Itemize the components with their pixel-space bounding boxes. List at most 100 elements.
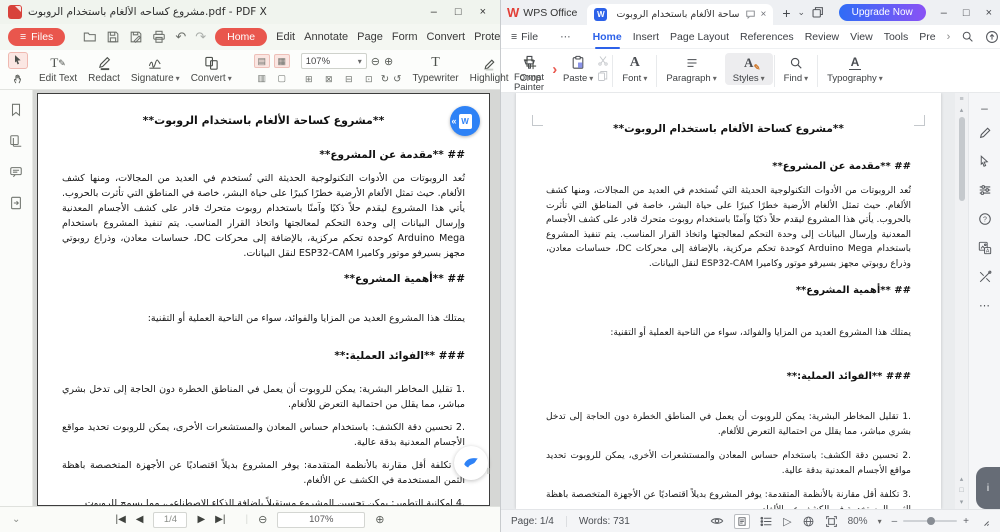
cut-icon[interactable] — [597, 55, 609, 67]
redact-button[interactable]: Redact — [88, 55, 120, 84]
more-tools-icon[interactable]: ⋯ — [979, 299, 990, 312]
tab-comment-icon[interactable] — [745, 9, 756, 20]
tab-form[interactable]: Form — [392, 31, 418, 43]
pdfx-document-area[interactable]: **مشروع كساحة الألغام باستخدام الروبوت**… — [33, 90, 500, 506]
crop-button[interactable]: Crop — [520, 55, 541, 84]
zoom-out-button[interactable]: ⊖ — [258, 513, 267, 526]
convert-to-word-badge[interactable]: W — [450, 106, 480, 136]
tab-edit[interactable]: Edit — [276, 31, 295, 43]
fit-page-button[interactable]: ⊠ — [321, 72, 337, 86]
select-tool-button[interactable] — [8, 51, 28, 69]
edit-pen-icon[interactable] — [978, 126, 992, 140]
fit-width-button[interactable]: ⊞ — [301, 72, 317, 86]
new-tab-button[interactable]: + — [782, 5, 790, 21]
first-page-button[interactable]: |◀ — [115, 514, 125, 525]
view-continuous-button[interactable]: ▦ — [273, 54, 290, 68]
tab-review[interactable]: Review — [805, 31, 839, 43]
rotate-right-button[interactable]: ↻ — [381, 74, 389, 85]
prev-page-icon[interactable]: ▴ — [960, 475, 964, 483]
view-book-button[interactable]: ▢ — [274, 71, 290, 85]
tab-references[interactable]: References — [740, 31, 794, 43]
tab-convert[interactable]: Convert — [427, 31, 466, 43]
assistant-widget[interactable]: i — [976, 467, 1000, 509]
paste-button[interactable]: Paste ▾ — [555, 53, 601, 85]
zoom-level-input[interactable]: 107% — [277, 511, 366, 528]
find-button[interactable]: Find ▾ — [776, 53, 817, 85]
prev-page-button[interactable]: ◀ — [136, 514, 144, 525]
menu-overflow-chevron-icon[interactable]: › — [947, 31, 951, 43]
search-icon[interactable] — [961, 30, 974, 43]
expand-toolbar-icon[interactable]: › — [552, 61, 557, 78]
undo-icon[interactable]: ↶ — [175, 29, 186, 45]
play-slideshow-icon[interactable]: ▷ — [783, 515, 791, 528]
ai-assistant-bubble[interactable] — [454, 446, 490, 480]
save-as-icon[interactable] — [129, 30, 143, 44]
copy-icon[interactable] — [597, 70, 609, 82]
page-number-input[interactable]: 1/4 — [153, 511, 188, 528]
styles-button[interactable]: A Styles▾ — [724, 53, 773, 85]
scroll-up-icon[interactable]: ▴ — [960, 106, 964, 114]
resize-grip-icon[interactable] — [979, 516, 990, 527]
close-button[interactable]: × — [480, 6, 486, 18]
save-icon[interactable] — [106, 30, 120, 44]
wps-document-area[interactable]: **مشروع كساحة الألغام باستخدام الروبوت**… — [501, 93, 955, 509]
edit-text-button[interactable]: T ✎ Edit Text — [39, 55, 77, 84]
minimize-button[interactable]: – — [941, 7, 947, 19]
tab-home[interactable]: Home — [215, 28, 268, 46]
view-single-page-button[interactable]: ▤ — [253, 54, 270, 68]
zoom-in-button[interactable]: + — [963, 516, 969, 527]
zoom-out-button[interactable]: ⊖ — [371, 55, 380, 68]
word-count-label[interactable]: Words: 731 — [579, 516, 630, 527]
fit-screen-icon[interactable] — [825, 515, 838, 528]
zoom-in-button[interactable]: ⊕ — [384, 55, 393, 68]
next-page-button[interactable]: ▶ — [197, 514, 205, 525]
print-layout-view-button[interactable] — [734, 513, 751, 529]
help-icon[interactable]: ? — [978, 212, 992, 226]
bookmarks-panel-icon[interactable] — [9, 103, 23, 117]
writer-page[interactable]: **مشروع كساحة الألغام باستخدام الروبوت**… — [516, 93, 941, 509]
fit-height-button[interactable]: ⊟ — [341, 72, 357, 86]
tab-list-chevron-icon[interactable]: ⌄ — [798, 7, 806, 18]
outline-view-icon[interactable] — [760, 515, 773, 528]
paragraph-button[interactable]: Paragraph ▾ — [658, 53, 724, 85]
highlight-button[interactable]: Highlight — [470, 55, 509, 84]
comments-panel-icon[interactable] — [9, 165, 23, 179]
minimize-button[interactable]: – — [431, 6, 437, 18]
tab-annotate[interactable]: Annotate — [304, 31, 348, 43]
zoom-level-label[interactable]: 80% — [848, 516, 868, 527]
next-page-icon[interactable]: ▾ — [960, 498, 964, 506]
document-tab[interactable]: W ساحة الألغام باستخدام الروبوت × — [587, 4, 774, 25]
hand-tool-button[interactable] — [8, 71, 28, 88]
files-button[interactable]: ≡ Files — [8, 28, 66, 46]
close-button[interactable]: × — [986, 7, 992, 19]
view-two-page-button[interactable]: ▥ — [254, 71, 270, 85]
eye-protect-icon[interactable] — [710, 514, 724, 528]
tab-view[interactable]: View — [850, 31, 873, 43]
convert-button[interactable]: Convert ▾ — [191, 55, 232, 84]
upgrade-now-button[interactable]: Upgrade Now — [838, 4, 926, 21]
window-switch-icon[interactable] — [811, 6, 824, 19]
more-menu-icon[interactable]: ⋯ — [560, 31, 571, 43]
language-globe-icon[interactable] — [802, 515, 815, 528]
open-file-icon[interactable] — [83, 30, 97, 44]
settings-sliders-icon[interactable] — [978, 183, 992, 197]
file-menu[interactable]: ≡ File — [511, 31, 538, 43]
sidebar-collapse-icon[interactable]: ⌄ — [12, 514, 20, 525]
signature-button[interactable]: Signature ▾ — [131, 55, 180, 84]
zoom-in-button[interactable]: ⊕ — [375, 513, 384, 526]
scrollbar-thumb[interactable] — [958, 117, 965, 201]
zoom-out-button[interactable]: – — [892, 516, 898, 527]
hide-panel-icon[interactable]: – — [981, 102, 988, 114]
rotate-left-button[interactable]: ↺ — [393, 74, 401, 85]
tab-home[interactable]: Home — [593, 31, 622, 49]
fix-tools-icon[interactable] — [978, 270, 992, 284]
zoom-slider-handle[interactable] — [927, 517, 936, 525]
maximize-button[interactable]: □ — [963, 7, 970, 19]
typewriter-button[interactable]: T Typewriter — [413, 55, 459, 84]
zoom-select[interactable]: 107% ▾ — [300, 53, 367, 69]
ruler-toggle-icon[interactable]: ≡ — [959, 96, 963, 103]
print-icon[interactable] — [152, 30, 166, 44]
font-button[interactable]: A Font ▾ — [614, 53, 655, 85]
pdf-page[interactable]: **مشروع كساحة الألغام باستخدام الروبوت**… — [37, 93, 490, 506]
tab-page-layout[interactable]: Page Layout — [670, 31, 729, 43]
